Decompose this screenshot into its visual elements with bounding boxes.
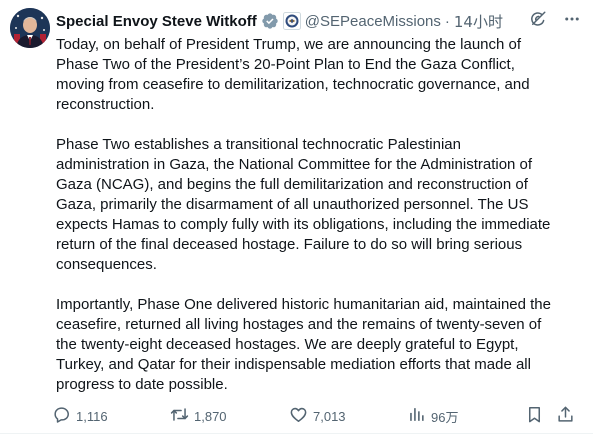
tweet-paragraph-3: Importantly, Phase One delivered histori… bbox=[56, 296, 551, 393]
government-seal-icon[interactable] bbox=[282, 12, 301, 30]
tweet-text: Today, on behalf of President Trump, we … bbox=[56, 35, 582, 395]
verified-badge-icon[interactable] bbox=[261, 12, 279, 30]
timestamp[interactable]: 14小时 bbox=[454, 11, 503, 32]
more-icon[interactable] bbox=[563, 10, 581, 28]
share-icon bbox=[556, 405, 575, 427]
tweet-paragraph-1: Today, on behalf of President Trump, we … bbox=[56, 36, 530, 113]
retweet-icon bbox=[170, 405, 189, 427]
retweet-button[interactable]: 1,870 bbox=[170, 405, 227, 427]
reply-icon bbox=[52, 405, 71, 427]
views-icon bbox=[407, 405, 426, 427]
tweet-actions: 1,116 1,870 7,013 96万 bbox=[52, 405, 577, 427]
share-button[interactable] bbox=[556, 405, 575, 427]
retweet-count: 1,870 bbox=[194, 408, 227, 424]
bookmark-icon bbox=[525, 405, 544, 427]
tweet[interactable]: Special Envoy Steve Witkoff @SEPeaceMiss… bbox=[0, 0, 593, 434]
bookmark-button[interactable] bbox=[525, 405, 544, 427]
like-count: 7,013 bbox=[313, 408, 346, 424]
reply-button[interactable]: 1,116 bbox=[52, 405, 108, 427]
like-icon bbox=[289, 405, 308, 427]
author-name[interactable]: Special Envoy Steve Witkoff bbox=[56, 13, 257, 30]
like-button[interactable]: 7,013 bbox=[289, 405, 346, 427]
tweet-paragraph-2: Phase Two establishes a transitional tec… bbox=[56, 136, 551, 273]
separator-dot: · bbox=[444, 12, 450, 30]
tweet-header: Special Envoy Steve Witkoff @SEPeaceMiss… bbox=[56, 10, 585, 32]
grok-icon[interactable] bbox=[529, 10, 547, 28]
views-count: 96万 bbox=[431, 409, 459, 425]
views-button[interactable]: 96万 bbox=[407, 405, 458, 427]
avatar[interactable] bbox=[10, 8, 50, 48]
author-handle[interactable]: @SEPeaceMissions bbox=[305, 13, 441, 30]
reply-count: 1,116 bbox=[76, 408, 108, 424]
header-actions bbox=[529, 10, 581, 28]
